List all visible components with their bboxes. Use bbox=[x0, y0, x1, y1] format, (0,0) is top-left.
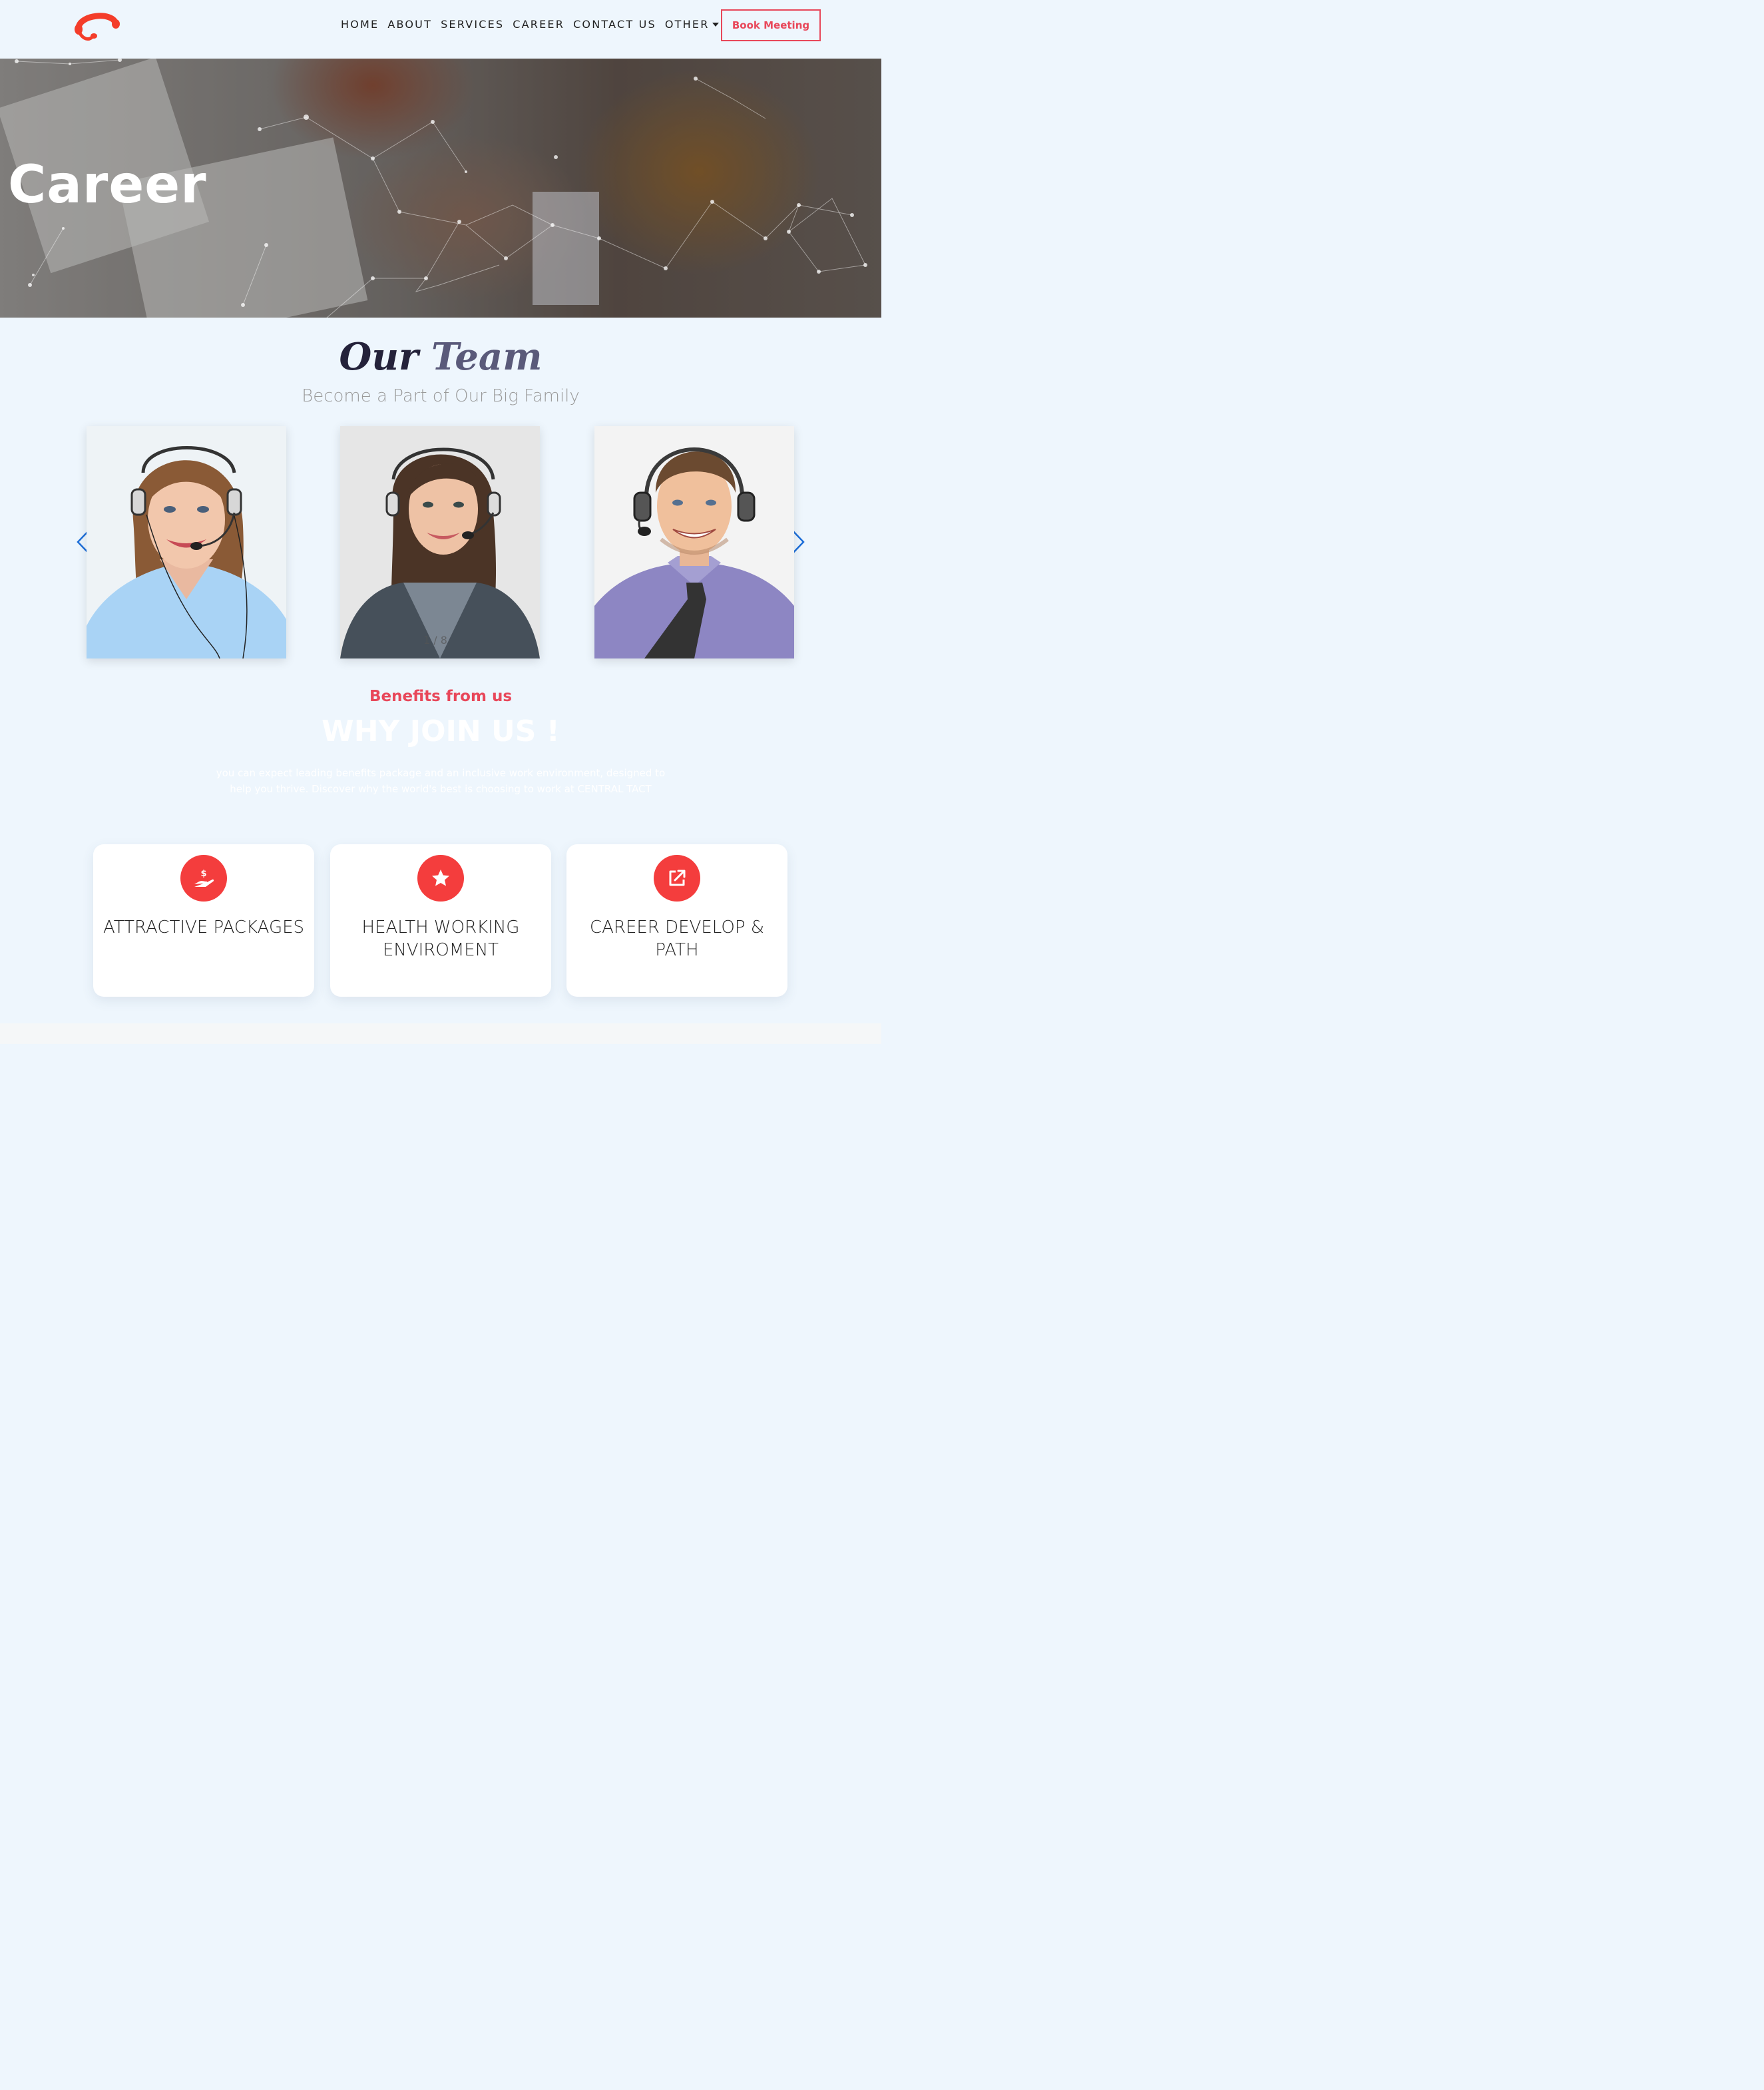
hand-dollar-icon: $ bbox=[180, 855, 227, 902]
why-join-description: you can expect leading benefits package … bbox=[216, 767, 666, 795]
benefits-kicker: Benefits from us bbox=[369, 688, 513, 705]
star-icon bbox=[417, 855, 464, 902]
nav-about[interactable]: ABOUT bbox=[387, 18, 432, 31]
feature-label: ATTRACTIVE PACKAGES bbox=[103, 917, 305, 937]
carousel-counter: 1 / 8 bbox=[423, 634, 447, 647]
team-heading-part1: Our bbox=[339, 335, 419, 379]
book-meeting-button[interactable]: Book Meeting bbox=[721, 9, 821, 41]
caret-down-icon bbox=[712, 23, 719, 27]
feature-label: HEALTH WORKING ENVIROMENT bbox=[361, 917, 520, 960]
hero-title: Career bbox=[8, 155, 207, 215]
team-heading-part2: Team bbox=[431, 335, 543, 379]
navbar: HOME ABOUT SERVICES CAREER CONTACT US OT… bbox=[0, 0, 881, 59]
hero-banner: Career bbox=[0, 59, 881, 318]
nav-other-dropdown[interactable]: OTHER bbox=[665, 18, 719, 31]
nav-menu: HOME ABOUT SERVICES CAREER CONTACT US OT… bbox=[341, 16, 728, 32]
svg-text:$: $ bbox=[200, 869, 206, 879]
team-member-photo bbox=[594, 426, 794, 658]
team-member-photo bbox=[87, 426, 286, 658]
feature-card-packages: $ ATTRACTIVE PACKAGES bbox=[93, 844, 314, 997]
feature-card-career: CAREER DEVELOP & PATH bbox=[566, 844, 787, 997]
footer-strip bbox=[0, 1023, 881, 1044]
team-heading: Our Team bbox=[0, 335, 881, 379]
why-join-heading: WHY JOIN US ! bbox=[322, 714, 560, 748]
nav-other-label: OTHER bbox=[664, 17, 710, 31]
nav-home[interactable]: HOME bbox=[341, 18, 379, 31]
nav-contact-us[interactable]: CONTACT US bbox=[573, 18, 656, 31]
team-subtitle: Become a Part of Our Big Family bbox=[302, 386, 580, 406]
feature-label: CAREER DEVELOP & PATH bbox=[589, 917, 765, 960]
nav-career[interactable]: CAREER bbox=[513, 18, 564, 31]
feature-card-health: HEALTH WORKING ENVIROMENT bbox=[330, 844, 551, 997]
team-member-photo bbox=[340, 426, 540, 658]
headset-logo-icon[interactable] bbox=[72, 9, 122, 41]
external-link-icon bbox=[654, 855, 700, 902]
nav-services[interactable]: SERVICES bbox=[441, 18, 504, 31]
